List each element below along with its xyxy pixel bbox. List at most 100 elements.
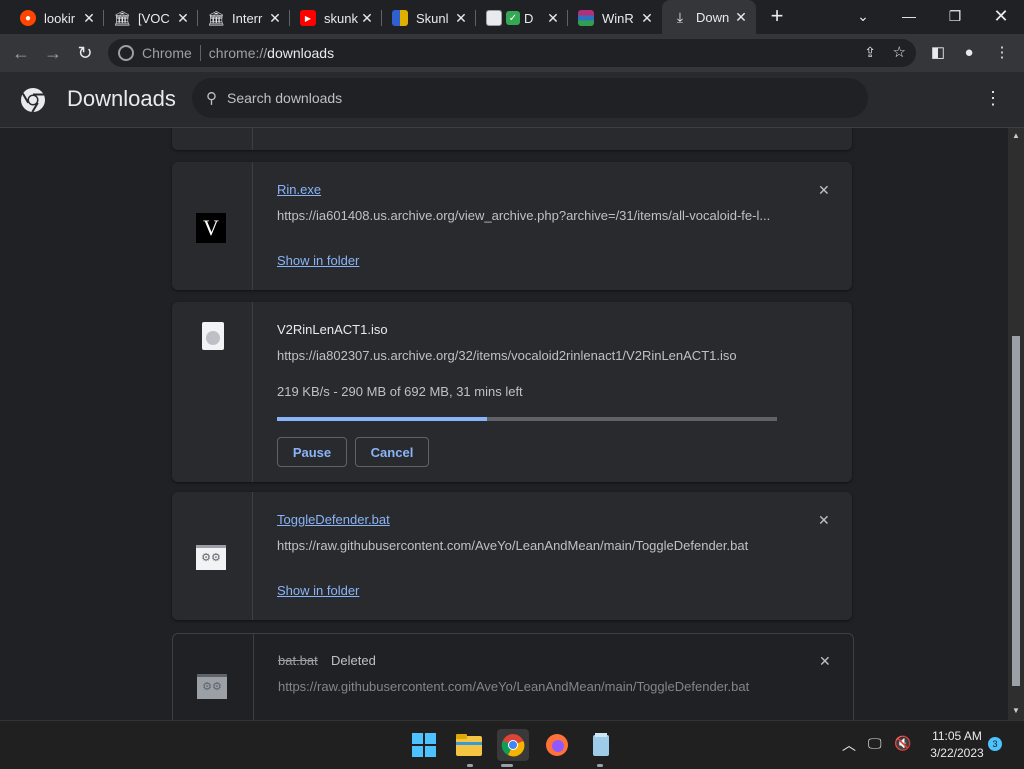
icon-column <box>172 128 253 150</box>
source-url[interactable]: https://raw.githubusercontent.com/AveYo/… <box>277 538 777 553</box>
search-box[interactable]: ⚲ <box>192 78 868 118</box>
scroll-down-arrow-icon[interactable]: ▼ <box>1011 706 1021 715</box>
winrar-icon <box>578 10 594 26</box>
file-name: V2RinLenACT1.iso <box>277 322 388 337</box>
close-tab-icon[interactable]: ✕ <box>452 10 470 27</box>
tab-title: Skunl <box>416 10 449 26</box>
downloads-list: V Rin.exe https://ia601408.us.archive.or… <box>0 128 1008 720</box>
network-icon[interactable]: 🖵 <box>868 735 882 752</box>
new-tab-button[interactable]: + <box>766 5 788 28</box>
bookmark-star-icon[interactable]: ☆ <box>893 43 906 61</box>
reddit-icon: ● <box>20 10 36 26</box>
close-tab-icon[interactable]: ✕ <box>638 10 656 27</box>
check-icon: ✓ <box>506 11 520 25</box>
clock[interactable]: 11:05 AM 3/22/2023 <box>928 729 986 760</box>
cancel-button[interactable]: Cancel <box>355 437 429 467</box>
back-button[interactable]: ← <box>10 42 32 64</box>
close-tab-icon[interactable]: ✕ <box>80 10 98 27</box>
progress-fill <box>277 417 487 421</box>
tab-title: Interr <box>232 10 263 26</box>
notification-badge[interactable]: 3 <box>988 737 1002 751</box>
tab-winrar[interactable]: WinR ✕ <box>568 4 662 32</box>
download-item-in-progress: V2RinLenACT1.iso https://ia802307.us.arc… <box>172 302 852 482</box>
menu-kebab-icon[interactable]: ⋮ <box>992 43 1012 63</box>
url-path: downloads <box>267 45 335 61</box>
restore-button[interactable]: ❐ <box>932 0 978 32</box>
tab-title: D <box>524 10 534 26</box>
tray-chevron-icon[interactable]: ︿ <box>842 735 856 755</box>
download-progress-bar <box>277 417 777 421</box>
source-url[interactable]: https://raw.githubusercontent.com/AveYo/… <box>278 679 778 694</box>
remove-from-list-icon[interactable]: ✕ <box>818 182 830 199</box>
show-in-folder-link[interactable]: Show in folder <box>277 583 359 598</box>
tab-skunk[interactable]: Skunl ✕ <box>382 4 476 32</box>
download-item: V Rin.exe https://ia601408.us.archive.or… <box>172 162 852 290</box>
download-item-deleted: ⚙⚙ bat.bat Deleted https://raw.githubuse… <box>172 633 854 720</box>
tab-docs[interactable]: ✓ D ✕ <box>476 4 568 32</box>
minimize-button[interactable]: — <box>886 0 932 32</box>
show-in-folder-link[interactable]: Show in folder <box>277 253 359 268</box>
firefox-icon[interactable] <box>541 729 573 761</box>
tab-search-chevron-icon[interactable]: ⌄ <box>840 0 886 32</box>
deleted-badge: Deleted <box>331 653 376 668</box>
page-scrollbar[interactable]: ▲ ▼ <box>1008 128 1024 720</box>
tab-archive-voc[interactable]: 🏛 [VOC ✕ <box>104 4 198 32</box>
reload-button[interactable]: ↻ <box>74 42 96 64</box>
tab-downloads[interactable]: ⤓ Down ✕ <box>662 0 756 34</box>
tab-strip: ● lookir ✕ 🏛 [VOC ✕ 🏛 Interr ✕ ▶ skunk ✕… <box>0 0 1024 34</box>
tab-title: [VOC <box>138 10 170 26</box>
notepad-icon[interactable] <box>585 729 617 761</box>
more-actions-icon[interactable]: ⋮ <box>984 88 1002 109</box>
chrome-icon <box>118 45 134 61</box>
close-tab-icon[interactable]: ✕ <box>544 10 562 27</box>
profile-icon[interactable]: ● <box>959 43 979 63</box>
download-item-partial <box>172 128 852 150</box>
downloads-header: Downloads ⚲ ⋮ <box>0 72 1024 128</box>
source-url[interactable]: https://ia601408.us.archive.org/view_arc… <box>277 208 777 223</box>
chrome-logo-icon <box>21 88 45 113</box>
tab-youtube[interactable]: ▶ skunk ✕ <box>290 4 382 32</box>
close-tab-icon[interactable]: ✕ <box>266 10 284 27</box>
skunk-site-icon <box>392 10 408 26</box>
disc-shape <box>206 331 220 345</box>
tab-internet-archive[interactable]: 🏛 Interr ✕ <box>198 4 290 32</box>
close-tab-icon[interactable]: ✕ <box>732 9 750 26</box>
clock-time: 11:05 AM <box>932 729 982 743</box>
tab-reddit[interactable]: ● lookir ✕ <box>10 4 104 32</box>
disc-image-icon <box>202 322 224 350</box>
youtube-icon: ▶ <box>300 10 316 26</box>
start-button-icon[interactable] <box>408 729 440 761</box>
close-tab-icon[interactable]: ✕ <box>174 10 192 27</box>
tab-title: Down <box>696 9 730 25</box>
file-name-link[interactable]: Rin.exe <box>277 182 321 197</box>
volume-muted-icon[interactable]: 🔇 <box>894 735 911 752</box>
address-bar[interactable]: Chrome chrome://downloads ⇪ ☆ <box>108 39 916 67</box>
windows-taskbar: ︿ 🖵 🔇 11:05 AM 3/22/2023 3 <box>0 720 1024 769</box>
archive-icon: 🏛 <box>113 9 131 26</box>
share-icon[interactable]: ⇪ <box>864 44 876 61</box>
browser-toolbar: ← → ↻ Chrome chrome://downloads ⇪ ☆ ◧ ● … <box>0 34 1024 72</box>
remove-from-list-icon[interactable]: ✕ <box>818 512 830 529</box>
file-name-link[interactable]: ToggleDefender.bat <box>277 512 390 527</box>
close-window-button[interactable]: ✕ <box>978 0 1024 32</box>
remove-from-list-icon[interactable]: ✕ <box>819 653 831 670</box>
omnibox-divider <box>199 45 201 61</box>
pause-button[interactable]: Pause <box>277 437 347 467</box>
scroll-up-arrow-icon[interactable]: ▲ <box>1011 131 1021 140</box>
side-panel-icon[interactable]: ◧ <box>928 43 948 63</box>
close-tab-icon[interactable]: ✕ <box>358 10 376 27</box>
forward-button[interactable]: → <box>42 42 64 64</box>
running-indicator <box>467 764 473 767</box>
file-explorer-icon[interactable] <box>453 729 485 761</box>
chrome-taskbar-icon[interactable] <box>497 729 529 761</box>
tab-title: WinR <box>602 10 634 26</box>
scrollbar-thumb[interactable] <box>1012 336 1020 686</box>
source-url[interactable]: https://ia802307.us.archive.org/32/items… <box>277 348 777 363</box>
archive-icon: 🏛 <box>207 9 225 26</box>
page-title: Downloads <box>67 86 176 111</box>
search-input[interactable] <box>225 89 829 107</box>
file-name: bat.bat <box>278 653 318 668</box>
download-icon: ⤓ <box>676 8 684 25</box>
download-item: ⚙⚙ ToggleDefender.bat https://raw.github… <box>172 492 852 620</box>
tab-title: skunk <box>324 10 358 26</box>
